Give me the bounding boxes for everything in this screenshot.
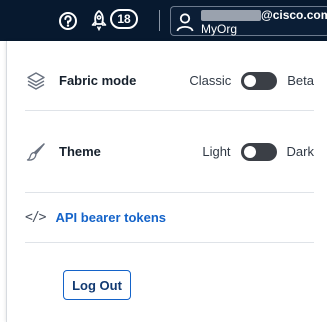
logout-button[interactable]: Log Out — [63, 270, 131, 300]
user-icon — [176, 12, 194, 32]
fabric-mode-row: Fabric mode Classic Beta — [25, 51, 314, 111]
theme-toggle[interactable] — [240, 142, 277, 161]
theme-row: Theme Light Dark — [25, 111, 314, 193]
layers-icon — [25, 70, 47, 92]
theme-light-option[interactable]: Light — [202, 144, 230, 159]
toggle-knob — [244, 74, 257, 87]
user-org-name: MyOrg — [201, 22, 237, 36]
user-email-domain: @cisco.com — [261, 8, 327, 22]
fabric-mode-label: Fabric mode — [59, 73, 137, 88]
user-settings-dropdown: Fabric mode Classic Beta Theme Light Dar… — [6, 41, 327, 322]
fabric-mode-toggle[interactable] — [241, 71, 278, 90]
fabric-mode-beta-option[interactable]: Beta — [287, 73, 314, 88]
topbar-divider — [159, 10, 160, 31]
question-circle-icon[interactable] — [58, 11, 78, 31]
theme-label: Theme — [59, 144, 101, 159]
code-icon: </> — [25, 210, 47, 225]
redacted-username — [201, 10, 261, 21]
paintbrush-icon — [25, 141, 47, 163]
top-navigation-bar: 18 @cisco.com MyOrg — [0, 0, 327, 41]
rocket-icon[interactable] — [89, 9, 109, 32]
api-bearer-tokens-link[interactable]: API bearer tokens — [55, 210, 166, 225]
notification-count-badge[interactable]: 18 — [110, 9, 138, 29]
theme-dark-option[interactable]: Dark — [287, 144, 314, 159]
fabric-mode-classic-option[interactable]: Classic — [189, 73, 231, 88]
toggle-knob — [243, 145, 256, 158]
api-tokens-row[interactable]: </> API bearer tokens — [25, 193, 314, 243]
user-menu-button[interactable]: @cisco.com MyOrg — [170, 6, 327, 36]
